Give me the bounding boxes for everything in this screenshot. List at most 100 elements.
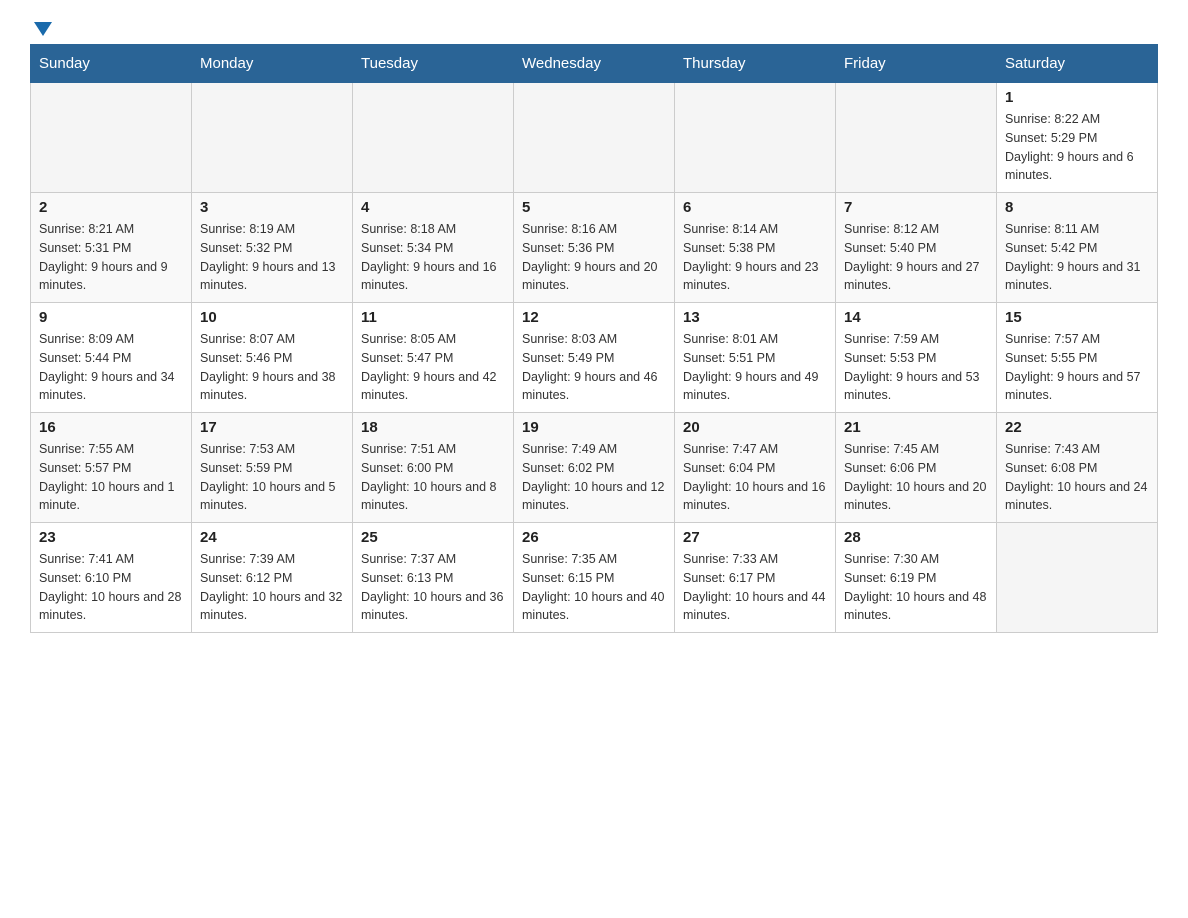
day-number: 7 <box>844 199 988 216</box>
day-info: Sunrise: 7:57 AM Sunset: 5:55 PM Dayligh… <box>1005 330 1149 405</box>
day-cell: 15 Sunrise: 7:57 AM Sunset: 5:55 PM Dayli… <box>997 303 1158 413</box>
day-cell <box>514 83 675 193</box>
day-info: Sunrise: 8:22 AM Sunset: 5:29 PM Dayligh… <box>1005 110 1149 185</box>
day-cell: 26 Sunrise: 7:35 AM Sunset: 6:15 PM Dayli… <box>514 523 675 633</box>
day-number: 17 <box>200 419 344 436</box>
day-info: Sunrise: 7:37 AM Sunset: 6:13 PM Dayligh… <box>361 550 505 625</box>
day-info: Sunrise: 7:49 AM Sunset: 6:02 PM Dayligh… <box>522 440 666 515</box>
day-info: Sunrise: 8:11 AM Sunset: 5:42 PM Dayligh… <box>1005 220 1149 295</box>
day-number: 12 <box>522 309 666 326</box>
day-info: Sunrise: 8:01 AM Sunset: 5:51 PM Dayligh… <box>683 330 827 405</box>
day-number: 6 <box>683 199 827 216</box>
day-cell: 18 Sunrise: 7:51 AM Sunset: 6:00 PM Dayli… <box>353 413 514 523</box>
day-info: Sunrise: 8:03 AM Sunset: 5:49 PM Dayligh… <box>522 330 666 405</box>
col-header-monday: Monday <box>192 45 353 83</box>
day-info: Sunrise: 8:16 AM Sunset: 5:36 PM Dayligh… <box>522 220 666 295</box>
day-cell: 8 Sunrise: 8:11 AM Sunset: 5:42 PM Daylig… <box>997 193 1158 303</box>
day-info: Sunrise: 7:59 AM Sunset: 5:53 PM Dayligh… <box>844 330 988 405</box>
day-number: 26 <box>522 529 666 546</box>
day-cell: 24 Sunrise: 7:39 AM Sunset: 6:12 PM Dayli… <box>192 523 353 633</box>
day-number: 1 <box>1005 89 1149 106</box>
day-number: 23 <box>39 529 183 546</box>
day-cell: 3Sunrise: 8:19 AM Sunset: 5:32 PM Daylig… <box>192 193 353 303</box>
day-number: 8 <box>1005 199 1149 216</box>
day-number: 27 <box>683 529 827 546</box>
day-info: Sunrise: 8:19 AM Sunset: 5:32 PM Dayligh… <box>200 220 344 295</box>
day-number: 4 <box>361 199 505 216</box>
week-row-4: 16 Sunrise: 7:55 AM Sunset: 5:57 PM Dayli… <box>31 413 1158 523</box>
day-number: 25 <box>361 529 505 546</box>
day-cell: 12 Sunrise: 8:03 AM Sunset: 5:49 PM Dayli… <box>514 303 675 413</box>
day-info: Sunrise: 7:39 AM Sunset: 6:12 PM Dayligh… <box>200 550 344 625</box>
col-header-tuesday: Tuesday <box>353 45 514 83</box>
day-number: 18 <box>361 419 505 436</box>
day-cell: 22 Sunrise: 7:43 AM Sunset: 6:08 PM Dayli… <box>997 413 1158 523</box>
calendar-table: SundayMondayTuesdayWednesdayThursdayFrid… <box>30 44 1158 633</box>
col-header-wednesday: Wednesday <box>514 45 675 83</box>
day-cell: 21 Sunrise: 7:45 AM Sunset: 6:06 PM Dayli… <box>836 413 997 523</box>
day-cell <box>31 83 192 193</box>
day-cell: 4 Sunrise: 8:18 AM Sunset: 5:34 PM Daylig… <box>353 193 514 303</box>
day-number: 19 <box>522 419 666 436</box>
day-info: Sunrise: 7:30 AM Sunset: 6:19 PM Dayligh… <box>844 550 988 625</box>
week-row-1: 1 Sunrise: 8:22 AM Sunset: 5:29 PM Daylig… <box>31 83 1158 193</box>
week-row-2: 2 Sunrise: 8:21 AM Sunset: 5:31 PM Daylig… <box>31 193 1158 303</box>
logo <box>30 20 54 34</box>
day-cell: 27 Sunrise: 7:33 AM Sunset: 6:17 PM Dayli… <box>675 523 836 633</box>
day-info: Sunrise: 7:51 AM Sunset: 6:00 PM Dayligh… <box>361 440 505 515</box>
day-number: 11 <box>361 309 505 326</box>
day-cell: 14Sunrise: 7:59 AM Sunset: 5:53 PM Dayli… <box>836 303 997 413</box>
day-cell: 25 Sunrise: 7:37 AM Sunset: 6:13 PM Dayli… <box>353 523 514 633</box>
day-info: Sunrise: 7:33 AM Sunset: 6:17 PM Dayligh… <box>683 550 827 625</box>
day-info: Sunrise: 7:47 AM Sunset: 6:04 PM Dayligh… <box>683 440 827 515</box>
day-info: Sunrise: 8:07 AM Sunset: 5:46 PM Dayligh… <box>200 330 344 405</box>
day-cell: 7 Sunrise: 8:12 AM Sunset: 5:40 PM Daylig… <box>836 193 997 303</box>
day-number: 20 <box>683 419 827 436</box>
header <box>30 20 1158 34</box>
day-cell: 20 Sunrise: 7:47 AM Sunset: 6:04 PM Dayli… <box>675 413 836 523</box>
day-cell <box>836 83 997 193</box>
day-cell <box>353 83 514 193</box>
day-cell: 19 Sunrise: 7:49 AM Sunset: 6:02 PM Dayli… <box>514 413 675 523</box>
day-cell: 10 Sunrise: 8:07 AM Sunset: 5:46 PM Dayli… <box>192 303 353 413</box>
day-number: 10 <box>200 309 344 326</box>
day-number: 15 <box>1005 309 1149 326</box>
day-cell: 16 Sunrise: 7:55 AM Sunset: 5:57 PM Dayli… <box>31 413 192 523</box>
day-info: Sunrise: 8:18 AM Sunset: 5:34 PM Dayligh… <box>361 220 505 295</box>
logo-arrow-icon <box>32 20 54 38</box>
day-info: Sunrise: 7:55 AM Sunset: 5:57 PM Dayligh… <box>39 440 183 515</box>
day-cell: 28 Sunrise: 7:30 AM Sunset: 6:19 PM Dayli… <box>836 523 997 633</box>
day-number: 22 <box>1005 419 1149 436</box>
day-cell: 9 Sunrise: 8:09 AM Sunset: 5:44 PM Daylig… <box>31 303 192 413</box>
day-info: Sunrise: 7:35 AM Sunset: 6:15 PM Dayligh… <box>522 550 666 625</box>
day-info: Sunrise: 7:41 AM Sunset: 6:10 PM Dayligh… <box>39 550 183 625</box>
col-header-sunday: Sunday <box>31 45 192 83</box>
day-number: 5 <box>522 199 666 216</box>
day-number: 21 <box>844 419 988 436</box>
day-number: 9 <box>39 309 183 326</box>
day-info: Sunrise: 7:45 AM Sunset: 6:06 PM Dayligh… <box>844 440 988 515</box>
day-cell: 5 Sunrise: 8:16 AM Sunset: 5:36 PM Daylig… <box>514 193 675 303</box>
week-row-5: 23 Sunrise: 7:41 AM Sunset: 6:10 PM Dayli… <box>31 523 1158 633</box>
day-cell: 17 Sunrise: 7:53 AM Sunset: 5:59 PM Dayli… <box>192 413 353 523</box>
day-cell: 11 Sunrise: 8:05 AM Sunset: 5:47 PM Dayli… <box>353 303 514 413</box>
day-info: Sunrise: 8:09 AM Sunset: 5:44 PM Dayligh… <box>39 330 183 405</box>
day-number: 28 <box>844 529 988 546</box>
day-info: Sunrise: 7:53 AM Sunset: 5:59 PM Dayligh… <box>200 440 344 515</box>
day-number: 16 <box>39 419 183 436</box>
day-cell: 6Sunrise: 8:14 AM Sunset: 5:38 PM Daylig… <box>675 193 836 303</box>
day-cell <box>997 523 1158 633</box>
day-number: 24 <box>200 529 344 546</box>
col-header-saturday: Saturday <box>997 45 1158 83</box>
day-cell: 13 Sunrise: 8:01 AM Sunset: 5:51 PM Dayli… <box>675 303 836 413</box>
day-info: Sunrise: 7:43 AM Sunset: 6:08 PM Dayligh… <box>1005 440 1149 515</box>
col-header-thursday: Thursday <box>675 45 836 83</box>
day-cell: 23 Sunrise: 7:41 AM Sunset: 6:10 PM Dayli… <box>31 523 192 633</box>
day-info: Sunrise: 8:21 AM Sunset: 5:31 PM Dayligh… <box>39 220 183 295</box>
week-row-3: 9 Sunrise: 8:09 AM Sunset: 5:44 PM Daylig… <box>31 303 1158 413</box>
day-info: Sunrise: 8:05 AM Sunset: 5:47 PM Dayligh… <box>361 330 505 405</box>
day-info: Sunrise: 8:12 AM Sunset: 5:40 PM Dayligh… <box>844 220 988 295</box>
day-cell <box>675 83 836 193</box>
day-number: 2 <box>39 199 183 216</box>
day-number: 13 <box>683 309 827 326</box>
